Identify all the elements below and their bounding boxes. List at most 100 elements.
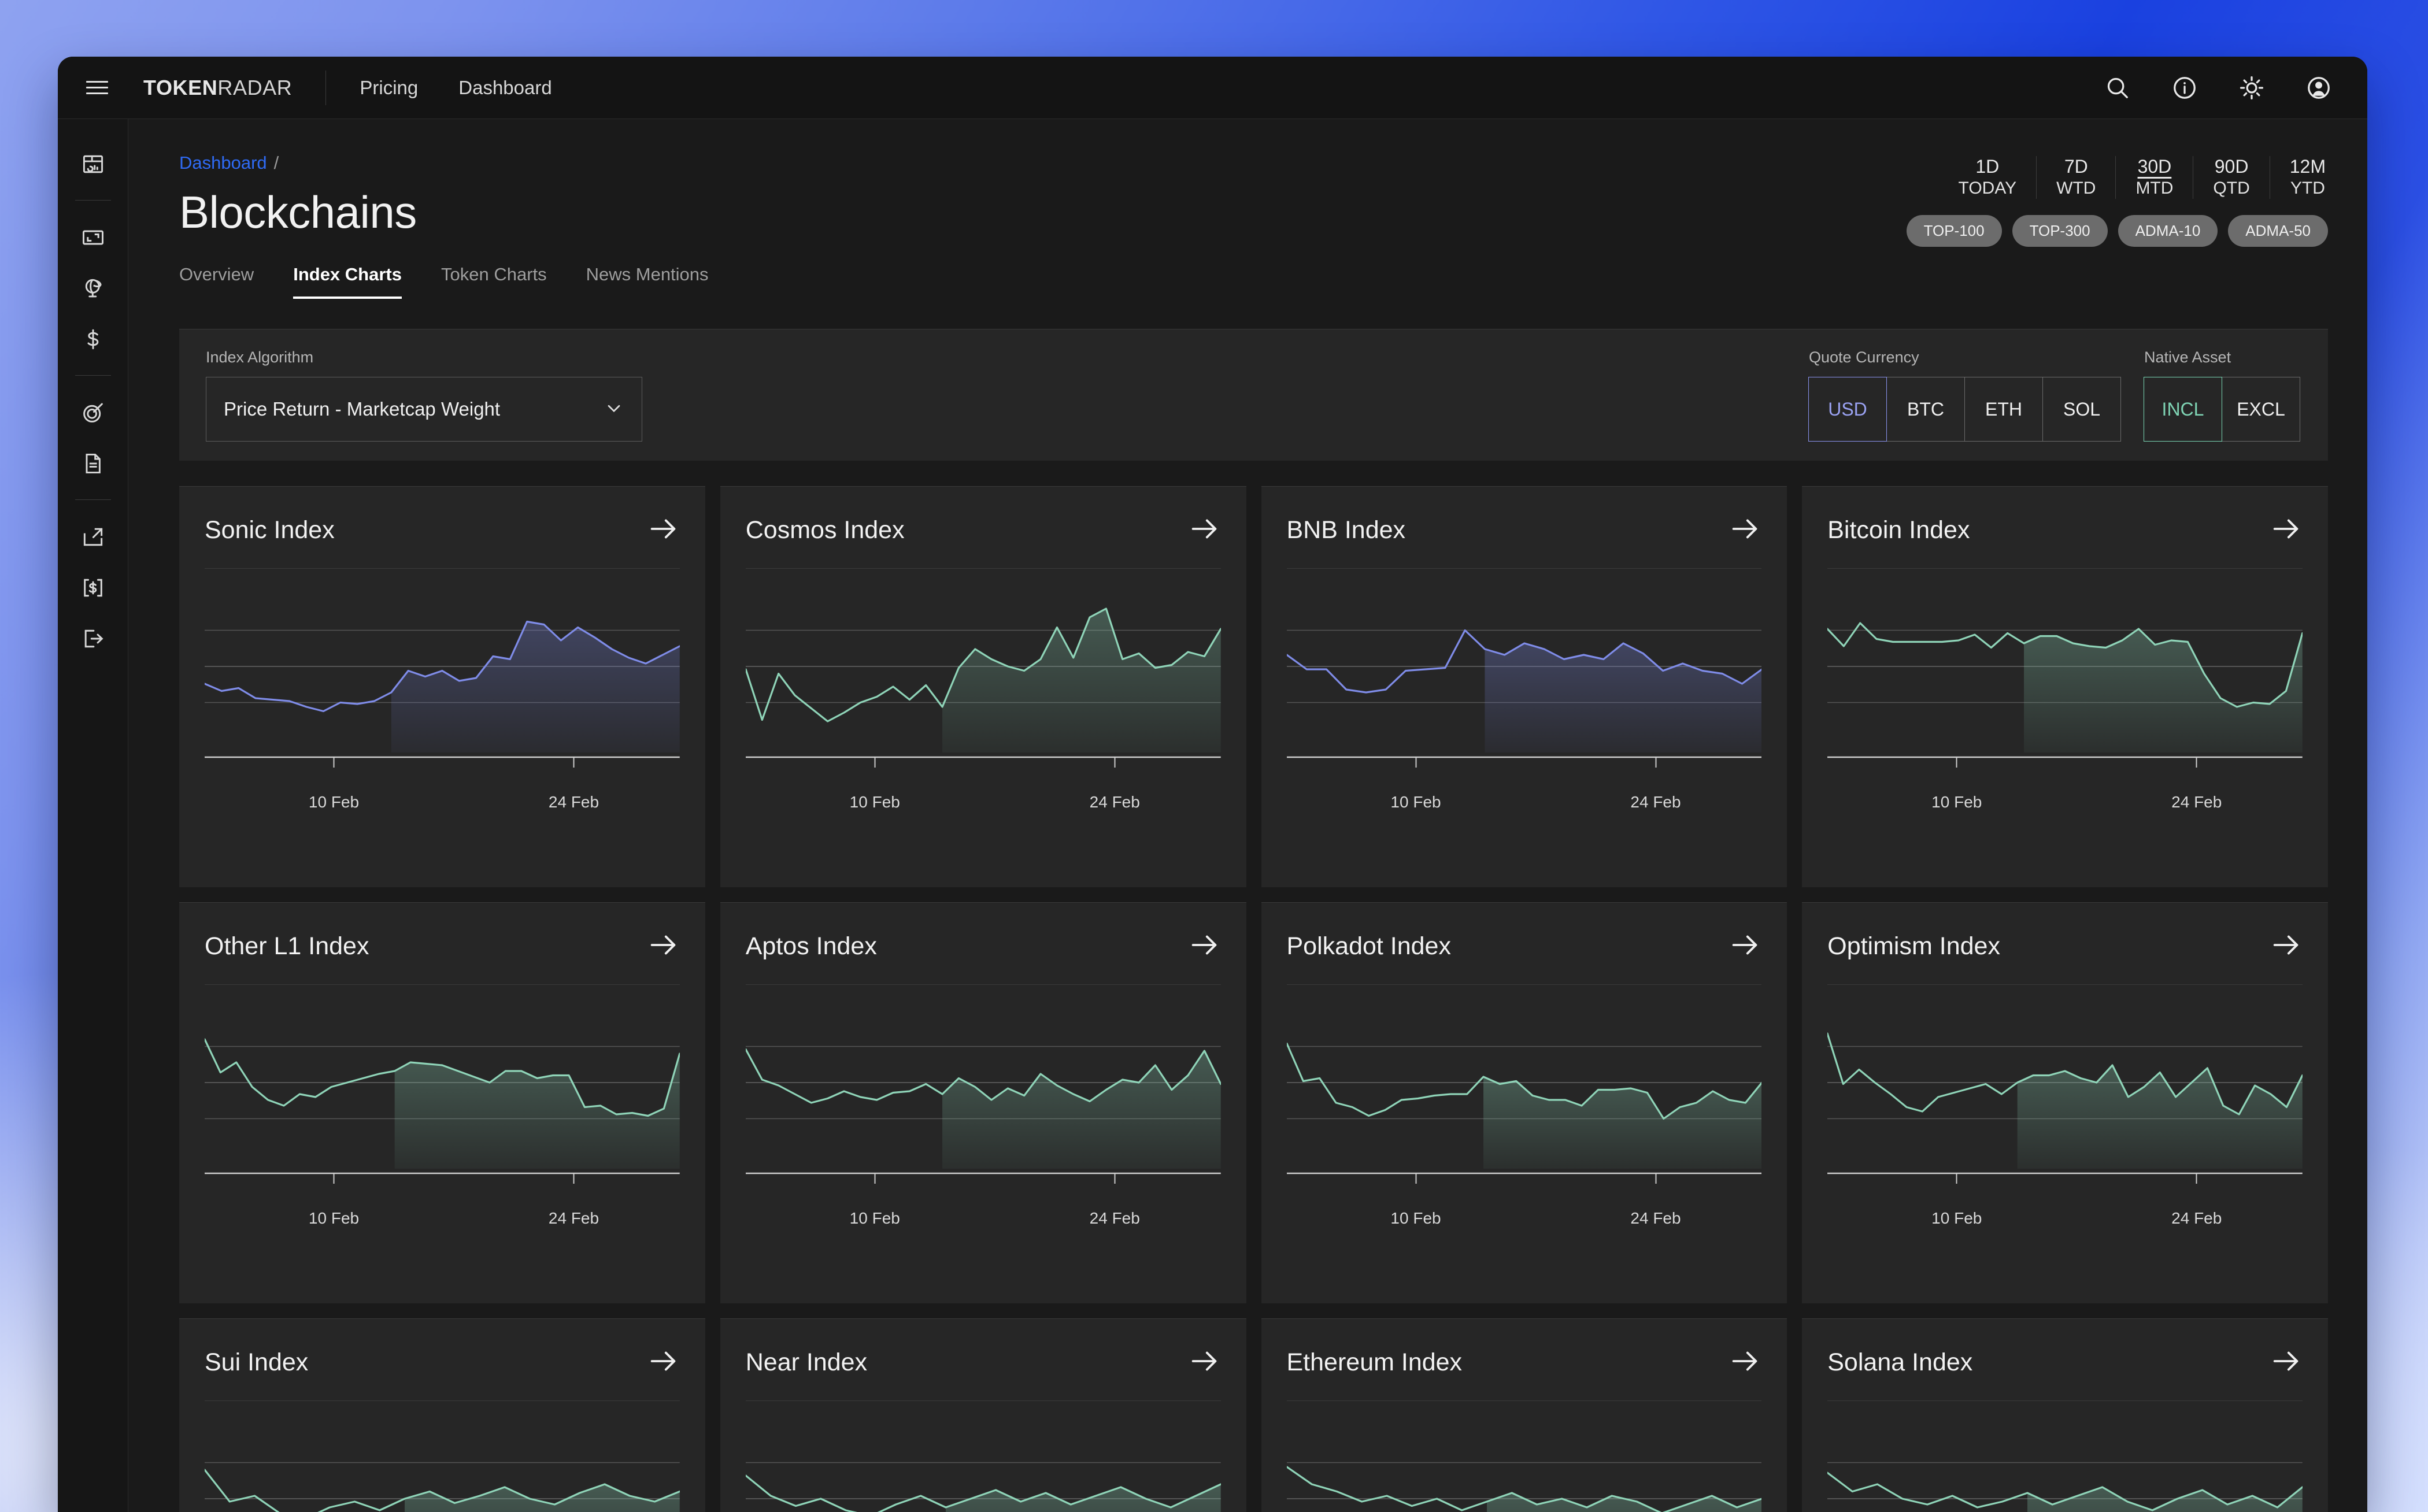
date-range-1d[interactable]: 1D TODAY: [1939, 156, 2037, 199]
open-index-arrow-icon[interactable]: [1728, 512, 1761, 549]
x-axis-labels: 10 Feb 24 Feb: [1827, 1209, 2303, 1240]
index-card-ethereum-index[interactable]: Ethereum Index: [1261, 1318, 1787, 1512]
index-sparkline-chart: 10 Feb24 Feb: [745, 1416, 1221, 1512]
native-asset-label: Native Asset: [2144, 349, 2231, 366]
pill-top-100[interactable]: TOP-100: [1906, 215, 2002, 247]
open-index-arrow-icon[interactable]: [1187, 1344, 1221, 1381]
card-title: Solana Index: [1827, 1348, 1973, 1376]
x-axis-labels: 10 Feb 24 Feb: [205, 1209, 680, 1240]
index-card-solana-index[interactable]: Solana Index: [1802, 1318, 2328, 1512]
main-content: Dashboard / Blockchains Overview Index Ch…: [128, 119, 2367, 1512]
open-index-arrow-icon[interactable]: [2269, 1344, 2303, 1381]
open-index-arrow-icon[interactable]: [1187, 928, 1221, 965]
quote-currency-btc[interactable]: BTC: [1886, 377, 1965, 442]
open-index-arrow-icon[interactable]: [646, 928, 680, 965]
sidebar-item-external-link[interactable]: [69, 513, 117, 561]
native-asset-excl[interactable]: EXCL: [2222, 377, 2300, 442]
hamburger-icon[interactable]: [80, 71, 114, 105]
index-algorithm-select[interactable]: Price Return - Marketcap Weight: [206, 377, 642, 442]
pill-top-300[interactable]: TOP-300: [2012, 215, 2108, 247]
x-axis-tick-label: 24 Feb: [1630, 793, 1681, 811]
sidebar-item-bracket-dollar[interactable]: [69, 564, 117, 612]
open-index-arrow-icon[interactable]: [646, 512, 680, 549]
app-logo[interactable]: TOKENRADAR: [143, 76, 292, 100]
account-icon[interactable]: [2303, 72, 2335, 104]
date-range-7d[interactable]: 7D WTD: [2037, 156, 2116, 199]
search-icon[interactable]: [2101, 72, 2134, 104]
index-sparkline-chart: 10 Feb24 Feb: [205, 1000, 680, 1240]
card-header: Optimism Index: [1827, 928, 2303, 985]
x-axis-tick-label: 10 Feb: [849, 793, 900, 811]
x-axis-tick-label: 24 Feb: [1089, 1209, 1140, 1227]
card-title: BNB Index: [1286, 516, 1406, 544]
index-sparkline-chart: 10 Feb24 Feb: [205, 584, 680, 824]
filter-bar: Index Algorithm Price Return - Marketcap…: [179, 329, 2328, 461]
index-card-other-l1-index[interactable]: Other L1 Index 10 Feb 24 Feb: [179, 902, 705, 1303]
pill-adma-50[interactable]: ADMA-50: [2228, 215, 2328, 247]
x-axis-labels: 10 Feb 24 Feb: [1287, 793, 1762, 824]
open-index-arrow-icon[interactable]: [2269, 512, 2303, 549]
sidebar-item-document[interactable]: [69, 439, 117, 488]
tab-index-charts[interactable]: Index Charts: [293, 264, 402, 299]
sidebar-item-dashboard[interactable]: [69, 140, 117, 188]
quote-currency-eth[interactable]: ETH: [1964, 377, 2043, 442]
index-algorithm-group: Index Algorithm Price Return - Marketcap…: [206, 349, 642, 442]
pill-adma-10[interactable]: ADMA-10: [2118, 215, 2218, 247]
x-axis-tick-label: 10 Feb: [1390, 793, 1441, 811]
header-divider: [325, 70, 327, 105]
breadcrumb-separator: /: [273, 153, 279, 173]
card-header: Sui Index: [205, 1344, 680, 1401]
date-range-90d[interactable]: 90D QTD: [2193, 156, 2270, 199]
open-index-arrow-icon[interactable]: [1187, 512, 1221, 549]
x-axis-tick-label: 10 Feb: [1390, 1209, 1441, 1227]
open-index-arrow-icon[interactable]: [1728, 928, 1761, 965]
nav-item-pricing[interactable]: Pricing: [360, 77, 418, 99]
x-axis-tick-label: 24 Feb: [1630, 1209, 1681, 1227]
sidebar-item-logout[interactable]: [69, 614, 117, 663]
info-icon[interactable]: [2168, 72, 2201, 104]
date-range-30d[interactable]: 30D MTD: [2116, 156, 2194, 199]
index-card-grid: Sonic Index 10 Feb 24 Feb Cosmos Index 1…: [179, 486, 2328, 1512]
breadcrumb-dashboard[interactable]: Dashboard: [179, 153, 267, 173]
x-axis-tick-label: 24 Feb: [548, 1209, 599, 1227]
index-card-bitcoin-index[interactable]: Bitcoin Index 10 Feb 24 Feb: [1802, 486, 2328, 887]
quote-currency-sol[interactable]: SOL: [2042, 377, 2121, 442]
card-header: Bitcoin Index: [1827, 512, 2303, 569]
card-header: Cosmos Index: [745, 512, 1221, 569]
open-index-arrow-icon[interactable]: [646, 1344, 680, 1381]
quote-currency-usd[interactable]: USD: [1808, 377, 1887, 442]
index-card-cosmos-index[interactable]: Cosmos Index 10 Feb 24 Feb: [720, 486, 1246, 887]
index-sparkline-chart: 10 Feb 24 Feb: [1827, 1000, 2303, 1240]
x-axis-tick-label: 10 Feb: [1931, 1209, 1982, 1227]
app-window: TOKENRADAR Pricing Dashboard Dashboard /…: [58, 57, 2367, 1512]
index-card-bnb-index[interactable]: BNB Index 10 Feb 24 Feb: [1261, 486, 1787, 887]
tab-overview[interactable]: Overview: [179, 264, 254, 299]
index-card-optimism-index[interactable]: Optimism Index 10 Feb 24 Feb: [1802, 902, 2328, 1303]
index-card-polkadot-index[interactable]: Polkadot Index 10 Feb 24 Feb: [1261, 902, 1787, 1303]
index-sparkline-chart: 10 Feb24 Feb: [745, 1000, 1221, 1240]
index-card-aptos-index[interactable]: Aptos Index 10 Feb 24 Feb: [720, 902, 1246, 1303]
x-axis-labels: 10 Feb 24 Feb: [1287, 1209, 1762, 1240]
sidebar-item-globe[interactable]: [69, 264, 117, 313]
sun-theme-icon[interactable]: [2235, 72, 2268, 104]
x-axis-tick-label: 24 Feb: [2171, 1209, 2222, 1227]
index-card-sonic-index[interactable]: Sonic Index 10 Feb 24 Feb: [179, 486, 705, 887]
tab-news-mentions[interactable]: News Mentions: [586, 264, 709, 299]
sidebar-divider: [75, 499, 111, 500]
date-range-12m[interactable]: 12M YTD: [2270, 156, 2328, 199]
sidebar-item-target[interactable]: [69, 388, 117, 437]
open-index-arrow-icon[interactable]: [2269, 928, 2303, 965]
index-sparkline-chart: 10 Feb 24 Feb: [1286, 1000, 1762, 1240]
index-card-near-index[interactable]: Near Index: [720, 1318, 1246, 1512]
index-card-sui-index[interactable]: Sui Index: [179, 1318, 705, 1512]
nav-item-dashboard[interactable]: Dashboard: [458, 77, 552, 99]
sidebar-item-screen[interactable]: [69, 213, 117, 262]
card-header: BNB Index: [1286, 512, 1762, 569]
x-axis-labels: 10 Feb 24 Feb: [205, 793, 680, 824]
sidebar-item-dollar[interactable]: [69, 315, 117, 364]
card-header: Aptos Index: [745, 928, 1221, 985]
tab-token-charts[interactable]: Token Charts: [441, 264, 547, 299]
open-index-arrow-icon[interactable]: [1728, 1344, 1761, 1381]
native-asset-incl[interactable]: INCL: [2144, 377, 2222, 442]
sidebar: [58, 119, 128, 1512]
